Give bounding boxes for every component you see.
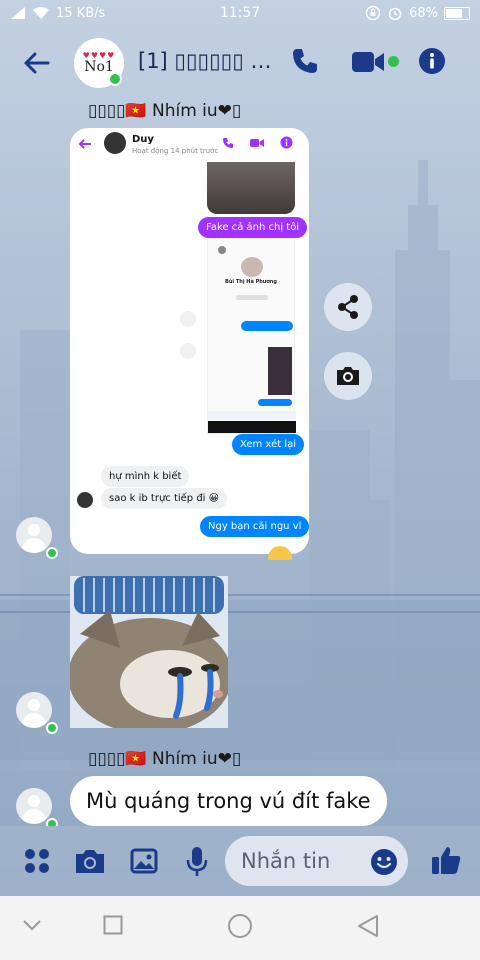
phone-icon [223,138,233,148]
message-bubble: hự mình k biết [101,466,190,487]
message-bubble: Fake cả ảnh chị tôi [198,217,308,238]
back-triangle-icon[interactable] [356,914,380,938]
sender-avatar[interactable] [16,692,58,734]
phone-icon[interactable] [290,46,320,76]
share-icon [338,295,358,319]
sender-name: ▯▯▯▯🇻🇳 Nhím iu❤▯ [88,749,242,769]
message-bubble: Xem xét lại [232,434,305,455]
avatar [16,692,52,728]
shared-screenshot[interactable]: Duy Hoạt động 14 phút trước Fake cả ảnh … [70,128,309,554]
nested-screenshot: Bùi Thị Hà Phương [207,238,296,434]
camera-icon [337,367,359,385]
clock: 11:57 [219,5,261,21]
share-button[interactable] [324,283,372,331]
home-icon[interactable] [227,913,253,939]
cat-sticker[interactable] [70,576,228,728]
apps-icon[interactable] [24,848,50,874]
battery-icon [444,6,470,20]
system-nav-bar [0,896,480,960]
avatar [16,517,52,553]
like-icon[interactable] [430,844,462,876]
photo-thumbnail [207,162,295,214]
avatar [16,788,52,824]
share-icon [180,311,196,327]
contact-name: Duy [132,134,154,145]
photo-icon[interactable] [130,847,158,875]
online-indicator [46,722,58,734]
video-online-dot [388,56,399,67]
camera-icon[interactable] [74,848,106,874]
online-indicator [46,547,58,559]
recents-icon[interactable] [103,915,123,935]
message-bubble: sao k ib trực tiếp đi 😀 [101,488,228,509]
sender-avatar[interactable] [16,788,58,830]
sender-name: ▯▯▯▯🇻🇳 Nhím iu❤▯ [88,101,242,121]
contact-status: Hoạt động 14 phút trước [132,147,219,155]
contact-avatar [77,492,93,508]
back-arrow-icon [78,139,91,149]
back-arrow-icon[interactable] [22,48,52,78]
crying-cat-image [70,576,228,728]
contact-avatar [104,132,126,154]
group-avatar-text: No1 [84,59,114,75]
message-bubble: Ngy bạn cãi ngu vl [200,516,309,537]
sender-avatar[interactable] [16,517,58,559]
nested-profile-name: Bùi Thị Hà Phương [225,279,277,285]
chat-header: ♥♥♥♥ No1 [1] ▯▯▯▯▯▯ ▯... [0,26,480,98]
mic-icon[interactable] [186,846,208,878]
status-bar: 15 KB/s 11:57 68% [0,0,480,26]
chevron-down-icon[interactable] [22,918,42,932]
emoji-icon[interactable] [370,848,398,876]
message-bubble[interactable]: Mù quáng trong vú đít fake [70,776,387,826]
camera-button[interactable] [324,352,372,400]
screenshot-header: Duy Hoạt động 14 phút trước [70,128,309,162]
video-icon[interactable] [351,50,385,74]
online-indicator [108,72,122,86]
message-composer [0,826,480,896]
info-icon [280,136,293,149]
video-icon [250,139,264,147]
camera-icon [180,343,196,359]
chat-title[interactable]: [1] ▯▯▯▯▯▯ ▯... [138,49,278,73]
info-icon[interactable] [418,47,446,75]
